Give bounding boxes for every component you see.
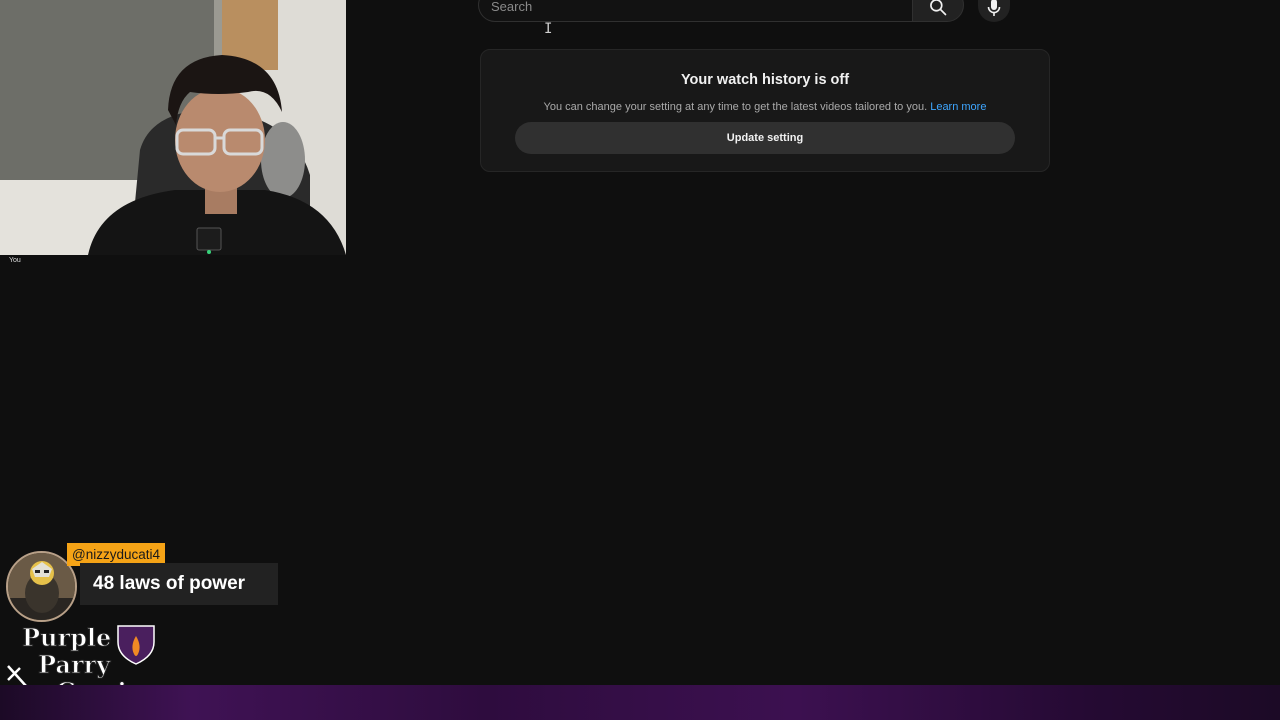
webcam-image bbox=[0, 0, 346, 255]
search-bar bbox=[478, 0, 964, 22]
avatar-image bbox=[8, 553, 75, 620]
logo-line-2: Parry bbox=[38, 650, 111, 679]
history-description-text: You can change your setting at any time … bbox=[543, 101, 928, 113]
history-title: Your watch history is off bbox=[680, 72, 850, 88]
chat-message: 48 laws of power bbox=[80, 563, 278, 605]
search-icon bbox=[930, 0, 947, 16]
voice-search-button[interactable] bbox=[978, 0, 1010, 22]
microphone-icon bbox=[987, 0, 1001, 16]
search-button[interactable] bbox=[912, 0, 964, 22]
watch-history-card: Your watch history is off You can change… bbox=[480, 49, 1050, 172]
search-box[interactable] bbox=[478, 0, 912, 22]
history-description: You can change your setting at any time … bbox=[481, 101, 1049, 113]
search-input[interactable] bbox=[491, 0, 900, 14]
learn-more-link[interactable]: Learn more bbox=[930, 101, 986, 113]
webcam-label: You bbox=[9, 257, 21, 264]
text-cursor-icon: I bbox=[544, 21, 553, 37]
update-setting-button[interactable]: Update setting bbox=[515, 122, 1015, 154]
webcam-feed bbox=[0, 0, 346, 255]
logo-line-1: Purple bbox=[22, 623, 111, 652]
bottom-overlay-bar bbox=[0, 685, 1280, 720]
